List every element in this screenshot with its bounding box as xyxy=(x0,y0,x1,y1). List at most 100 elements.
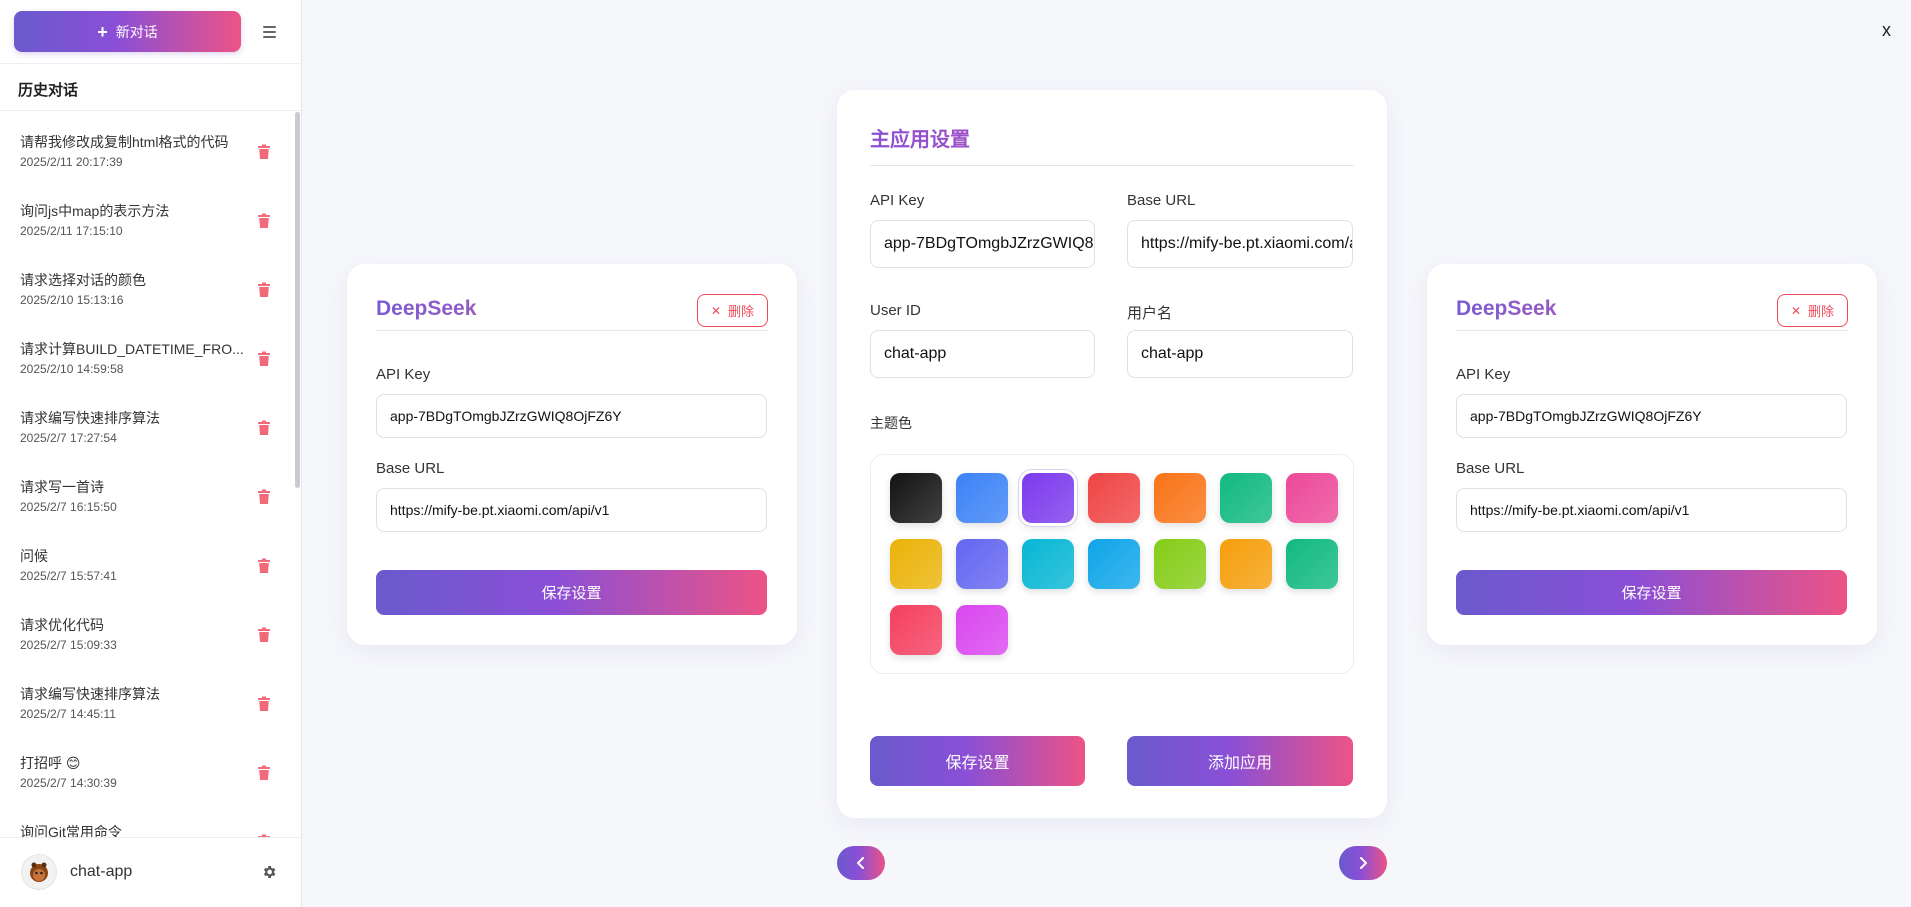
save-button[interactable]: 保存设置 xyxy=(376,570,767,615)
menu-icon[interactable] xyxy=(259,22,279,42)
history-item-date: 2025/2/7 14:45:11 xyxy=(20,707,116,721)
history-item-title: 请求优化代码 xyxy=(20,617,104,633)
api-key-label: API Key xyxy=(376,366,431,383)
history-item-title: 请帮我修改成复制html格式的代码 xyxy=(20,134,229,150)
username-input[interactable]: chat-app xyxy=(1127,330,1353,378)
history-item-title: 请求选择对话的颜色 xyxy=(20,272,146,288)
main-card-header: 主应用设置 xyxy=(870,122,1354,166)
base-url-input[interactable]: https://mify-be.pt.xiaomi.com/api/v1 xyxy=(1456,488,1847,532)
theme-swatch[interactable] xyxy=(956,605,1008,655)
history-item[interactable]: 请求编写快速排序算法 2025/2/7 14:45:11 xyxy=(0,663,290,732)
trash-icon[interactable] xyxy=(257,213,271,229)
username-label: 用户名 xyxy=(1127,305,1173,322)
delete-button[interactable]: ✕ 删除 xyxy=(1777,294,1848,327)
trash-icon[interactable] xyxy=(257,351,271,367)
trash-icon[interactable] xyxy=(257,558,271,574)
close-icon: ✕ xyxy=(1790,303,1802,318)
scrollbar[interactable] xyxy=(295,112,300,488)
history-item-title: 问候 xyxy=(20,548,48,564)
history-item-date: 2025/2/11 17:15:10 xyxy=(20,224,123,238)
history-item[interactable]: 问候 2025/2/7 15:57:41 xyxy=(0,525,290,594)
theme-swatch[interactable] xyxy=(1088,473,1140,523)
sidebar: + 新对话 历史对话 请帮我修改成复制html格式的代码 2025/2/11 20… xyxy=(0,0,302,907)
base-url-label: Base URL xyxy=(376,460,445,477)
theme-swatch[interactable] xyxy=(1220,539,1272,589)
api-key-label: API Key xyxy=(1456,366,1511,383)
username: chat-app xyxy=(70,863,133,880)
card-header: DeepSeek ✕ 删除 xyxy=(376,294,768,331)
theme-swatch[interactable] xyxy=(890,605,942,655)
theme-color-picker xyxy=(870,454,1354,674)
history-list: 请帮我修改成复制html格式的代码 2025/2/11 20:17:39 询问js中… xyxy=(0,111,301,837)
history-item[interactable]: 请求计算BUILD_DATETIME_FRO... 2025/2/10 14:59… xyxy=(0,318,290,387)
main-settings-card: 主应用设置 API Key app-7BDgTOmgbJZrzGWIQ8OjFZ… xyxy=(837,90,1387,818)
new-chat-button[interactable]: + 新对话 xyxy=(14,11,241,52)
history-item[interactable]: 打招呼 😊 2025/2/7 14:30:39 xyxy=(0,732,290,801)
api-key-input[interactable]: app-7BDgTOmgbJZrzGWIQ8OjFZ6Y xyxy=(1456,394,1847,438)
save-button[interactable]: 保存设置 xyxy=(870,736,1085,786)
user-id-input[interactable]: chat-app xyxy=(870,330,1095,378)
prev-button[interactable] xyxy=(837,846,885,880)
api-key-input[interactable]: app-7BDgTOmgbJZrzGWIQ8OjFZ6Y xyxy=(376,394,767,438)
delete-button[interactable]: ✕ 删除 xyxy=(697,294,768,327)
trash-icon[interactable] xyxy=(257,696,271,712)
trash-icon[interactable] xyxy=(257,627,271,643)
close-icon: ✕ xyxy=(710,303,722,318)
history-item-title: 询问js中map的表示方法 xyxy=(20,203,170,219)
history-item[interactable]: 询问js中map的表示方法 2025/2/11 17:15:10 xyxy=(0,180,290,249)
user-id-label: User ID xyxy=(870,302,921,319)
theme-swatch[interactable] xyxy=(1022,473,1074,523)
base-url-input[interactable]: https://mify-be.pt.xiaomi.com/api/v1 xyxy=(1127,220,1353,268)
history-item[interactable]: 请求写一首诗 2025/2/7 16:15:50 xyxy=(0,456,290,525)
avatar[interactable] xyxy=(21,854,57,890)
theme-swatch[interactable] xyxy=(890,539,942,589)
theme-swatch[interactable] xyxy=(956,539,1008,589)
base-url-input[interactable]: https://mify-be.pt.xiaomi.com/api/v1 xyxy=(376,488,767,532)
trash-icon[interactable] xyxy=(257,489,271,505)
history-item-date: 2025/2/10 15:13:16 xyxy=(20,293,124,307)
delete-label: 删除 xyxy=(1808,304,1835,319)
save-button[interactable]: 保存设置 xyxy=(1456,570,1847,615)
theme-swatch[interactable] xyxy=(1286,473,1338,523)
api-key-input[interactable]: app-7BDgTOmgbJZrzGWIQ8OjFZ6Y xyxy=(870,220,1095,268)
theme-swatch[interactable] xyxy=(1088,539,1140,589)
chevron-right-icon xyxy=(1360,857,1367,869)
theme-swatch[interactable] xyxy=(1154,539,1206,589)
theme-swatch[interactable] xyxy=(956,473,1008,523)
history-item[interactable]: 请帮我修改成复制html格式的代码 2025/2/11 20:17:39 xyxy=(0,111,290,180)
chevron-left-icon xyxy=(857,857,864,869)
right-app-card: DeepSeek ✕ 删除 API Key app-7BDgTOmgbJZrzG… xyxy=(1427,264,1877,645)
trash-icon[interactable] xyxy=(257,765,271,781)
history-item[interactable]: 请求选择对话的颜色 2025/2/10 15:13:16 xyxy=(0,249,290,318)
history-item-title: 请求计算BUILD_DATETIME_FRO... xyxy=(20,341,244,357)
history-title: 历史对话 xyxy=(18,82,79,99)
trash-icon[interactable] xyxy=(257,282,271,298)
history-item-date: 2025/2/10 14:59:58 xyxy=(20,362,124,376)
theme-swatch[interactable] xyxy=(1220,473,1272,523)
history-item[interactable]: 请求优化代码 2025/2/7 15:09:33 xyxy=(0,594,290,663)
history-item-date: 2025/2/7 17:27:54 xyxy=(20,431,117,445)
trash-icon[interactable] xyxy=(257,144,271,160)
gear-icon[interactable] xyxy=(261,864,277,880)
sidebar-header: + 新对话 xyxy=(0,0,301,64)
history-item[interactable]: 询问Git常用命令 xyxy=(0,801,290,837)
history-item-title: 请求写一首诗 xyxy=(20,479,104,495)
theme-swatch[interactable] xyxy=(890,473,942,523)
add-app-button[interactable]: 添加应用 xyxy=(1127,736,1353,786)
theme-swatch[interactable] xyxy=(1154,473,1206,523)
api-key-label: API Key xyxy=(870,192,925,209)
avatar-icon xyxy=(30,862,48,882)
theme-swatch[interactable] xyxy=(1286,539,1338,589)
history-item-date: 2025/2/7 14:30:39 xyxy=(20,776,117,790)
plus-icon: + xyxy=(97,21,108,42)
new-chat-label: 新对话 xyxy=(115,23,158,40)
card-header: DeepSeek ✕ 删除 xyxy=(1456,294,1848,331)
close-button[interactable]: x xyxy=(1882,20,1891,41)
history-item-title: 请求编写快速排序算法 xyxy=(20,686,160,702)
history-item[interactable]: 请求编写快速排序算法 2025/2/7 17:27:54 xyxy=(0,387,290,456)
trash-icon[interactable] xyxy=(257,420,271,436)
history-item-title: 打招呼 😊 xyxy=(20,755,81,771)
next-button[interactable] xyxy=(1339,846,1387,880)
history-item-date: 2025/2/11 20:17:39 xyxy=(20,155,123,169)
theme-swatch[interactable] xyxy=(1022,539,1074,589)
